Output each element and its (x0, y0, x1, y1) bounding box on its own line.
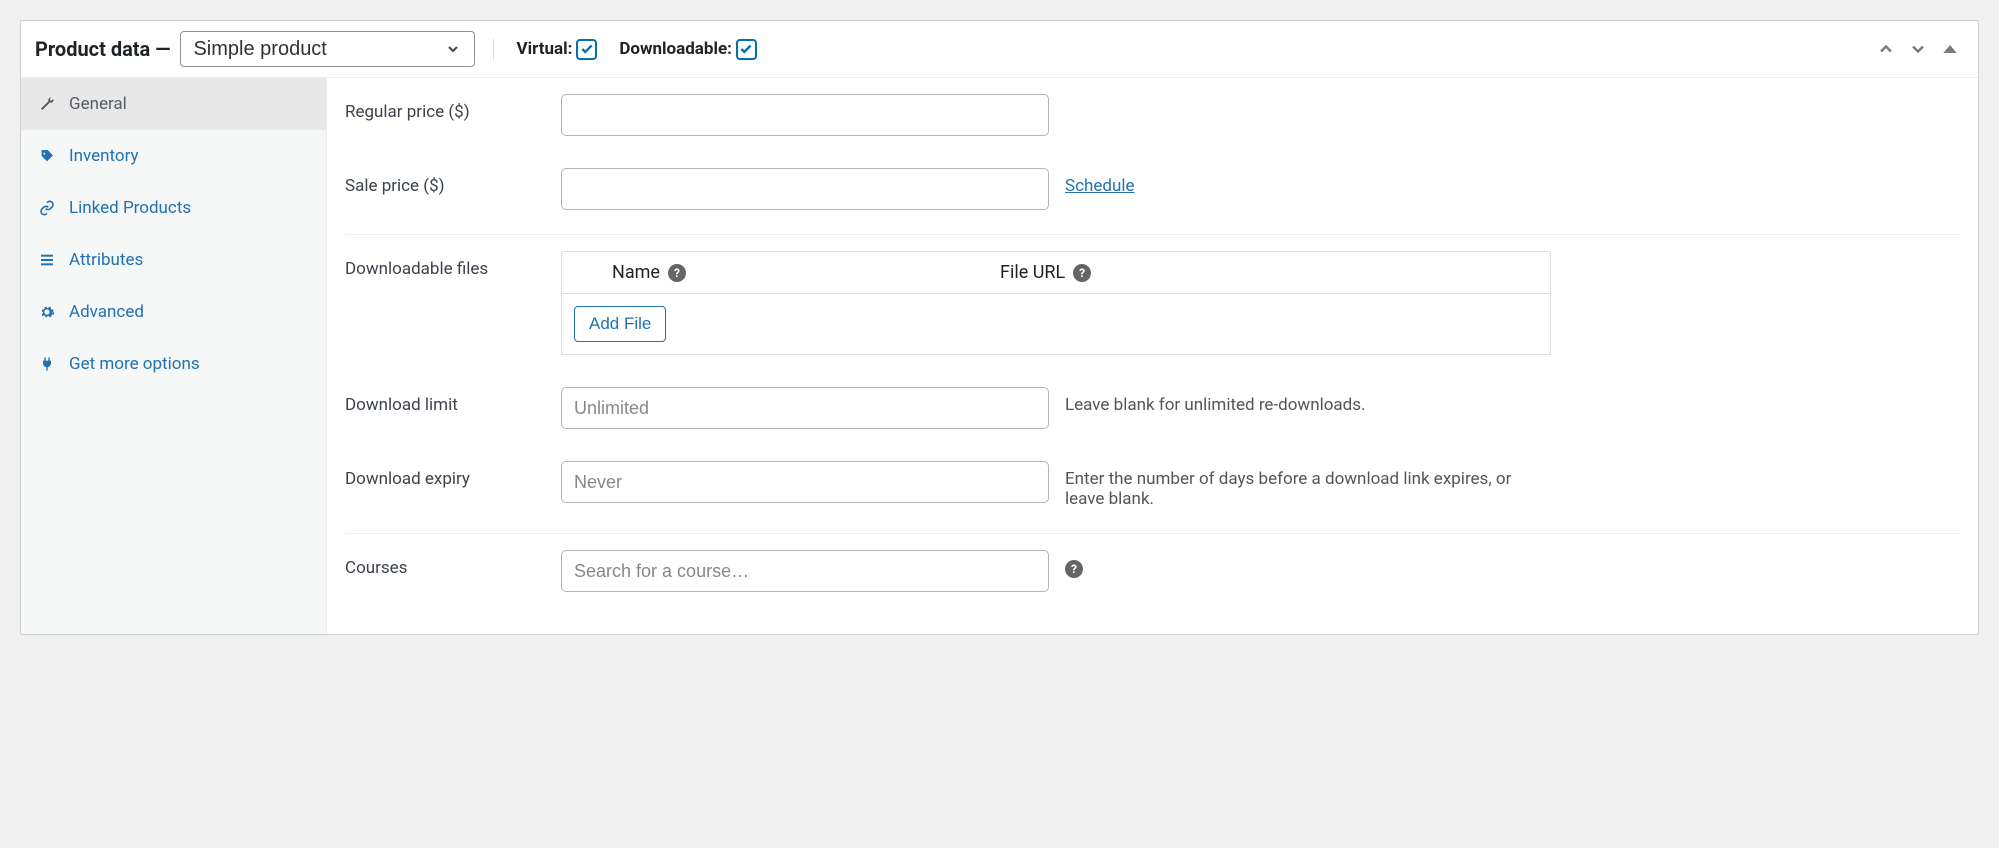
sale-price-label: Sale price ($) (345, 168, 561, 196)
panel-header: Product data — Simple product Virtual: D… (21, 21, 1978, 78)
download-limit-label: Download limit (345, 387, 561, 415)
downloadable-files-label: Downloadable files (345, 251, 561, 279)
panel-title: Product data — (35, 37, 170, 61)
panel-body: General Inventory Linked Products Attrib… (21, 78, 1978, 634)
row-downloadable-files: Downloadable files Name ? File URL ? (345, 234, 1960, 371)
add-file-button[interactable]: Add File (574, 306, 666, 342)
courses-label: Courses (345, 550, 561, 578)
help-icon[interactable]: ? (1073, 264, 1091, 282)
panel-toggle-group (1872, 35, 1964, 63)
tab-label: Get more options (69, 354, 200, 374)
wrench-icon (37, 96, 57, 112)
regular-price-label: Regular price ($) (345, 94, 561, 122)
tab-get-more-options[interactable]: Get more options (21, 338, 326, 390)
row-download-expiry: Download expiry Enter the number of days… (345, 445, 1960, 525)
files-table-header: Name ? File URL ? (562, 252, 1550, 294)
tab-label: Linked Products (69, 198, 191, 218)
plug-icon (37, 356, 57, 372)
row-regular-price: Regular price ($) (345, 78, 1960, 152)
list-icon (37, 252, 57, 268)
move-up-icon[interactable] (1872, 35, 1900, 63)
tab-label: Attributes (69, 250, 143, 270)
tab-label: Inventory (69, 146, 139, 166)
product-type-options: Virtual: Downloadable: (493, 39, 778, 60)
sale-price-input[interactable] (561, 168, 1049, 210)
courses-search-input[interactable] (561, 550, 1049, 592)
col-name-label: Name (612, 262, 660, 283)
move-down-icon[interactable] (1904, 35, 1932, 63)
virtual-checkbox[interactable] (576, 39, 597, 60)
tab-general[interactable]: General (21, 78, 326, 130)
help-icon[interactable]: ? (1065, 560, 1083, 578)
download-expiry-input[interactable] (561, 461, 1049, 503)
tab-inventory[interactable]: Inventory (21, 130, 326, 182)
tab-content-general: Regular price ($) Sale price ($) Schedul… (327, 78, 1978, 634)
download-expiry-label: Download expiry (345, 461, 561, 489)
row-sale-price: Sale price ($) Schedule (345, 152, 1960, 226)
virtual-label: Virtual: (516, 39, 572, 59)
download-expiry-help-text: Enter the number of days before a downlo… (1049, 461, 1519, 509)
row-courses: Courses ? (345, 533, 1960, 608)
tab-label: Advanced (69, 302, 144, 322)
schedule-link[interactable]: Schedule (1065, 176, 1134, 196)
downloadable-files-table: Name ? File URL ? Add File (561, 251, 1551, 355)
downloadable-checkbox[interactable] (736, 39, 757, 60)
link-icon (37, 200, 57, 216)
gear-icon (37, 304, 57, 320)
tag-icon (37, 148, 57, 164)
download-limit-input[interactable] (561, 387, 1049, 429)
download-limit-help-text: Leave blank for unlimited re-downloads. (1049, 387, 1366, 415)
product-data-panel: Product data — Simple product Virtual: D… (20, 20, 1979, 635)
tab-advanced[interactable]: Advanced (21, 286, 326, 338)
tabs: General Inventory Linked Products Attrib… (21, 78, 327, 634)
row-download-limit: Download limit Leave blank for unlimited… (345, 371, 1960, 445)
product-type-select[interactable]: Simple product (180, 31, 475, 67)
files-table-footer: Add File (562, 294, 1550, 354)
tab-attributes[interactable]: Attributes (21, 234, 326, 286)
downloadable-label: Downloadable: (619, 39, 732, 59)
col-url-label: File URL (1000, 262, 1065, 283)
tab-label: General (69, 94, 127, 114)
collapse-panel-icon[interactable] (1936, 35, 1964, 63)
regular-price-input[interactable] (561, 94, 1049, 136)
help-icon[interactable]: ? (668, 264, 686, 282)
tab-linked-products[interactable]: Linked Products (21, 182, 326, 234)
